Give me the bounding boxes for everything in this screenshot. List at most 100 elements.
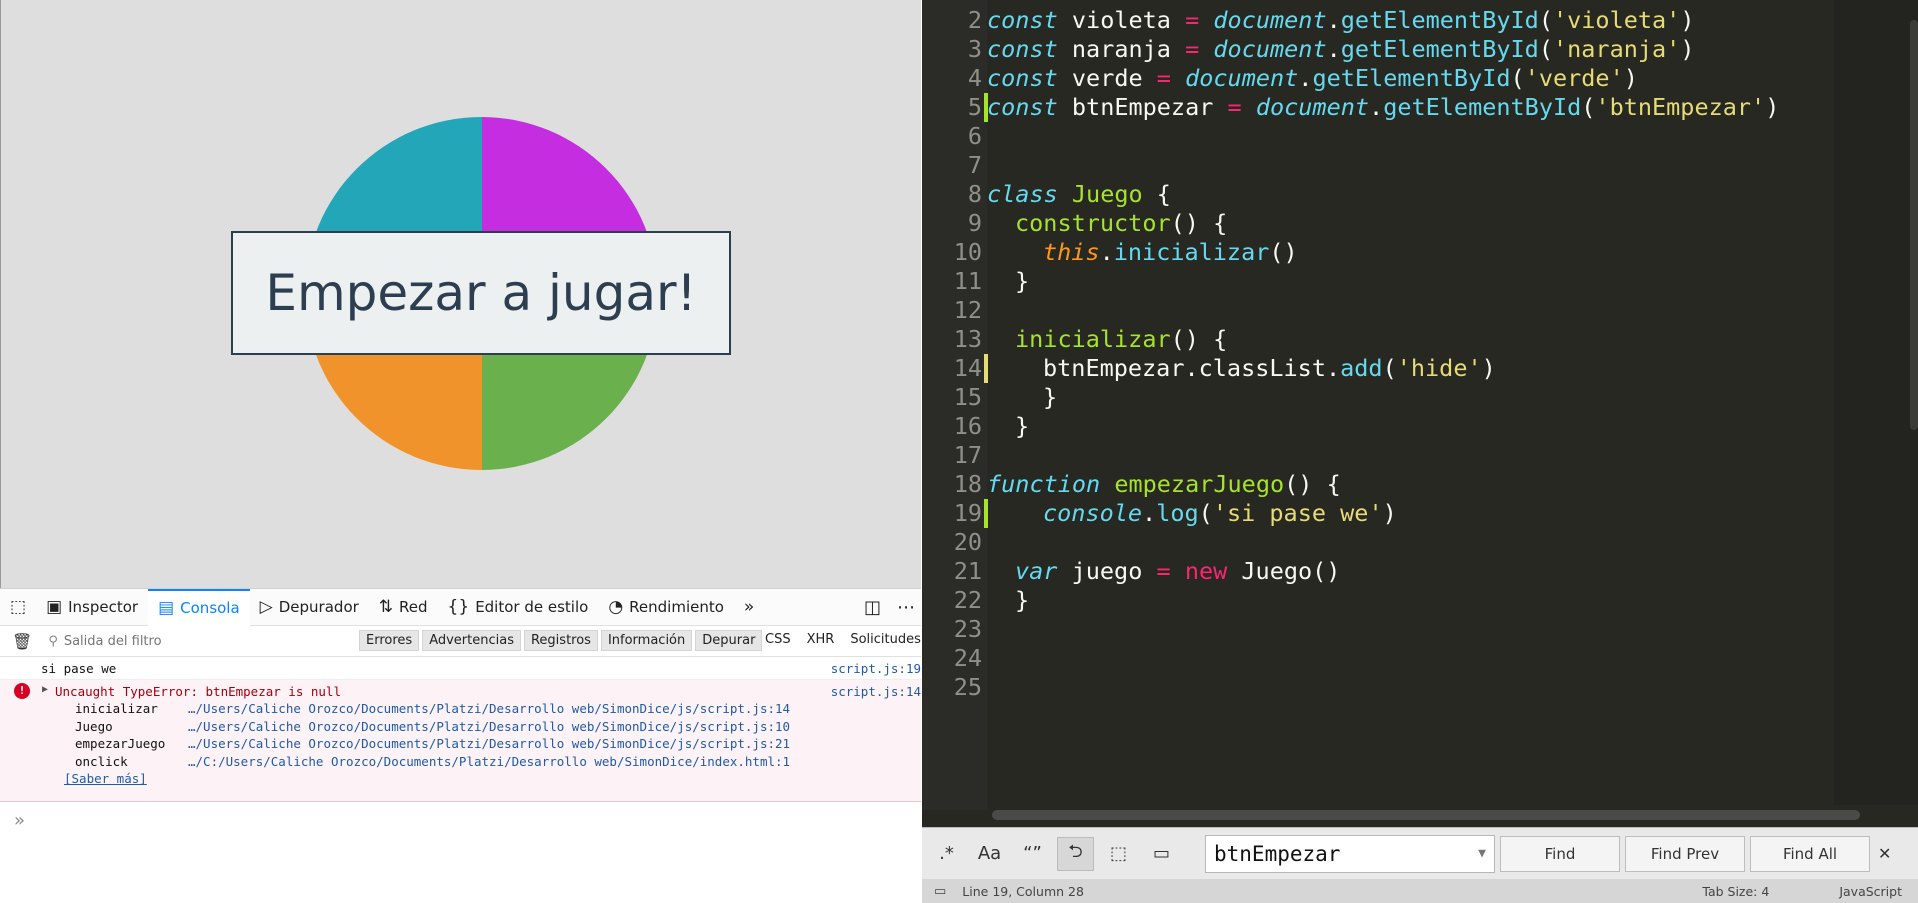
line-number: 14: [953, 354, 982, 382]
expand-triangle-icon[interactable]: ▶: [42, 684, 48, 695]
regex-toggle[interactable]: .*: [928, 837, 965, 871]
inspector-icon: ▣: [46, 596, 63, 617]
log-source-link[interactable]: script.js:19: [831, 661, 921, 676]
console-error-message: ! ▶ Uncaught TypeError: btnEmpezar is nu…: [0, 680, 921, 802]
error-icon: !: [14, 683, 30, 699]
level-warnings[interactable]: Advertencias: [422, 630, 521, 651]
console-icon: ▤: [158, 597, 175, 618]
filter-requests[interactable]: Solicitudes: [850, 632, 921, 647]
tab-network[interactable]: ⇅ Red: [369, 589, 438, 626]
element-picker-button[interactable]: ⬚: [0, 589, 36, 626]
tab-label: Inspector: [68, 598, 139, 616]
devtools-panel: ⬚ ▣ Inspector ▤ Consola ▷ Depurador ⇅ Red {}…: [0, 588, 921, 903]
dock-layout-icon[interactable]: ◫: [864, 597, 881, 618]
in-selection-toggle[interactable]: ⬚: [1100, 837, 1137, 871]
code-line: var juego = new Juego(): [1015, 557, 1341, 585]
find-input[interactable]: btnEmpezar ▼: [1205, 834, 1495, 873]
code-line: function empezarJuego() {: [987, 470, 1341, 498]
network-icon: ⇅: [378, 596, 394, 617]
tab-label: Editor de estilo: [475, 598, 589, 616]
stack-frame: Juego …/Users/Caliche Orozco/Documents/Pl…: [0, 719, 921, 737]
line-number: 12: [953, 296, 982, 324]
more-tabs-button[interactable]: »: [734, 589, 764, 626]
code-line: console.log('si pase we'): [1043, 499, 1397, 527]
panel-toggle-icon[interactable]: ▭: [934, 884, 946, 899]
error-source-link[interactable]: script.js:14: [831, 684, 921, 699]
tab-style-editor[interactable]: {} Editor de estilo: [438, 589, 599, 626]
level-info[interactable]: Información: [600, 630, 693, 651]
debugger-icon: ▷: [259, 596, 273, 617]
tab-label: Rendimiento: [629, 598, 724, 616]
frame-function: onclick: [75, 753, 128, 769]
level-debug[interactable]: Depurar: [695, 630, 763, 651]
stack-frame: inicializar …/Users/Caliche Orozco/Docume…: [0, 701, 921, 719]
frame-location[interactable]: …/C:/Users/Caliche Orozco/Documents/Plat…: [188, 754, 790, 769]
line-number: 21: [953, 557, 982, 585]
line-number: 6: [967, 122, 982, 150]
find-prev-button[interactable]: Find Prev: [1625, 835, 1745, 872]
line-number: 9: [967, 209, 982, 237]
filter-input[interactable]: [63, 633, 304, 649]
console-log-message: si pase we script.js:19: [0, 657, 921, 680]
tab-inspector[interactable]: ▣ Inspector: [36, 589, 148, 626]
frame-location[interactable]: …/Users/Caliche Orozco/Documents/Platzi/…: [188, 719, 790, 734]
line-number: 20: [953, 528, 982, 556]
wrap-toggle[interactable]: ⮌: [1057, 836, 1094, 871]
status-bar: ▭ Line 19, Column 28 Tab Size: 4 JavaScr…: [922, 879, 1918, 903]
trash-icon[interactable]: 🗑: [12, 632, 32, 651]
line-number: 19: [953, 499, 982, 527]
filter-xhr[interactable]: XHR: [807, 632, 835, 647]
code-line: btnEmpezar.classList.add('hide'): [1043, 354, 1496, 382]
tab-label: Consola: [180, 599, 240, 617]
syntax-mode[interactable]: JavaScript: [1839, 884, 1902, 899]
code-line: const naranja = document.getElementById(…: [987, 35, 1695, 63]
line-number: 8: [967, 180, 982, 208]
line-number: 11: [953, 267, 982, 295]
highlight-matches-toggle[interactable]: ▭: [1143, 837, 1180, 871]
devtools-toolbar: ⬚ ▣ Inspector ▤ Consola ▷ Depurador ⇅ Red {}…: [0, 588, 921, 626]
case-sensitive-toggle[interactable]: Aa: [971, 837, 1008, 871]
frame-location[interactable]: …/Users/Caliche Orozco/Documents/Platzi/…: [188, 701, 790, 716]
tab-console[interactable]: ▤ Consola: [148, 588, 250, 626]
find-panel: .* Aa “” ⮌ ⬚ ▭ btnEmpezar ▼ Find Find Pre…: [922, 827, 1918, 879]
line-number: 25: [953, 673, 982, 701]
frame-function: Juego: [75, 718, 113, 734]
browser-window: Empezar a jugar! ⬚ ▣ Inspector ▤ Consola ▷…: [0, 0, 921, 903]
find-button[interactable]: Find: [1500, 835, 1620, 872]
tab-label: Red: [399, 598, 428, 616]
line-number: 3: [967, 35, 982, 63]
horizontal-scrollbar[interactable]: [992, 810, 1860, 820]
code-line: inicializar() {: [1015, 325, 1228, 353]
code-line: const btnEmpezar = document.getElementBy…: [987, 93, 1780, 121]
cursor-position: Line 19, Column 28: [962, 883, 1084, 899]
learn-more-link[interactable]: [Saber más]: [0, 771, 921, 786]
level-logs[interactable]: Registros: [523, 630, 598, 651]
line-number: 24: [953, 644, 982, 672]
console-input[interactable]: »: [0, 802, 921, 831]
tab-debugger[interactable]: ▷ Depurador: [250, 589, 369, 626]
code-line: this.inicializar(): [1043, 238, 1298, 266]
tab-performance[interactable]: ◔ Rendimiento: [598, 589, 734, 626]
filter-css[interactable]: CSS: [765, 632, 791, 647]
tab-size[interactable]: Tab Size: 4: [1702, 884, 1769, 899]
find-all-button[interactable]: Find All: [1750, 835, 1870, 872]
line-number: 16: [953, 412, 982, 440]
more-options-icon[interactable]: ⋯: [897, 597, 915, 618]
code-area[interactable]: const violeta = document.getElementById(…: [987, 0, 1918, 810]
vertical-scrollbar[interactable]: [1910, 20, 1918, 430]
code-line: }: [1043, 383, 1058, 411]
dropdown-arrow-icon[interactable]: ▼: [1478, 846, 1486, 861]
performance-icon: ◔: [608, 596, 624, 617]
frame-location[interactable]: …/Users/Caliche Orozco/Documents/Platzi/…: [188, 736, 790, 751]
minimap[interactable]: [1834, 0, 1918, 805]
start-game-button[interactable]: Empezar a jugar!: [231, 231, 731, 355]
code-line: class Juego {: [987, 180, 1171, 208]
code-line: }: [1015, 586, 1030, 614]
whole-word-toggle[interactable]: “”: [1014, 837, 1051, 871]
level-errors[interactable]: Errores: [359, 630, 420, 651]
line-number: 4: [967, 64, 982, 92]
close-icon[interactable]: ✕: [1878, 844, 1891, 863]
line-number: 5: [967, 93, 982, 121]
tab-label: Depurador: [278, 598, 359, 616]
line-number: 7: [967, 151, 982, 179]
